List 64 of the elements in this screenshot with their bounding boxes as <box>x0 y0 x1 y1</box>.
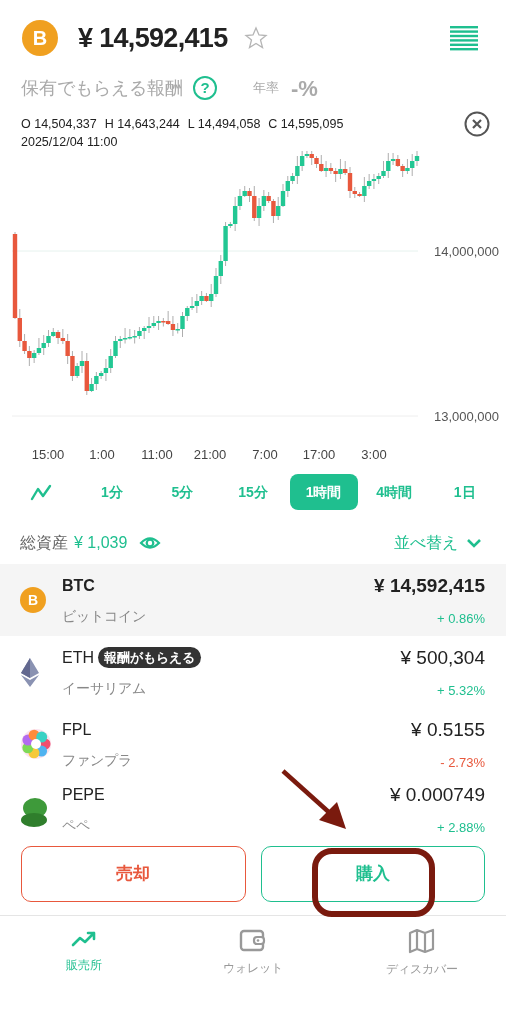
colorful-ball-icon <box>20 728 52 760</box>
ohlc-value: C 14,595,095 <box>268 116 344 133</box>
coin-row[interactable]: B BTC ビットコイン ¥ 14,592,415 + 0.86% <box>0 564 506 636</box>
ohlc-time: 2025/12/04 11:00 <box>21 134 118 151</box>
nav-tab[interactable]: 販売所 <box>0 928 169 978</box>
menu-icon[interactable] <box>450 25 478 51</box>
coin-price: ¥ 14,592,415 <box>374 574 485 598</box>
coin-name: ペペ <box>62 815 90 835</box>
axis-label: 3:00 <box>360 446 388 464</box>
wallet-icon <box>239 928 267 953</box>
annotation-arrow <box>281 769 346 829</box>
map-icon <box>408 928 436 954</box>
axis-label: 14,000,000 <box>433 243 499 261</box>
price-change: + 2.88% <box>436 818 485 837</box>
chevron-down-icon <box>466 537 482 549</box>
timeframe-tab[interactable]: 5分 <box>161 474 204 510</box>
coin-symbol: ETH <box>62 647 94 668</box>
reward-label: 保有でもらえる報酬 <box>21 76 183 100</box>
axis-label: 15:00 <box>30 446 66 464</box>
price-change: + 0.86% <box>436 609 485 628</box>
assets-label: 総資産 <box>20 533 68 553</box>
axis-label: 17:00 <box>301 446 337 464</box>
timeframe-tab[interactable]: 1分 <box>90 474 133 510</box>
axis-label: 11:00 <box>140 446 174 464</box>
coin-name: イーサリアム <box>62 678 146 698</box>
ohlc-value: O 14,504,337 <box>21 116 97 133</box>
nav-tab[interactable]: ディスカバー <box>337 928 506 978</box>
help-icon[interactable]: ? <box>193 76 217 100</box>
axis-label: 1:00 <box>88 446 116 464</box>
timeframe-tab[interactable]: 1日 <box>443 474 486 510</box>
rate-label: 年率 <box>253 79 279 98</box>
sort-button[interactable]: 並べ替え <box>394 531 482 555</box>
price-title: ¥ 14,592,415 <box>78 21 228 55</box>
timeframe-tab[interactable]: 15分 <box>228 474 278 510</box>
price-change: + 5.32% <box>436 681 485 700</box>
close-icon[interactable] <box>464 111 490 137</box>
coin-price: ¥ 500,304 <box>400 646 485 670</box>
bitcoin-icon: B <box>20 587 46 613</box>
rate-value: -% <box>291 74 318 103</box>
diamond-icon <box>20 657 40 687</box>
coin-name: ビットコイン <box>62 606 146 626</box>
nav-tab[interactable]: ウォレット <box>168 928 338 978</box>
blob-icon <box>20 796 50 828</box>
buy-button[interactable]: 購入 <box>260 846 485 902</box>
assets-amount: ¥ 1,039 <box>74 533 128 553</box>
coin-name: ファンプラ <box>62 750 132 770</box>
reward-tag: 報酬がもらえる <box>98 646 201 669</box>
coin-symbol: PEPE <box>62 784 105 805</box>
coin-price: ¥ 0.5155 <box>411 718 485 742</box>
coin-symbol: FPL <box>62 719 92 740</box>
line-chart-icon[interactable] <box>29 482 54 502</box>
ohlc-value: L 14,494,058 <box>187 116 261 133</box>
price-change: - 2.73% <box>440 753 485 772</box>
timeframe-tab[interactable]: 1時間 <box>289 474 358 510</box>
axis-label: 7:00 <box>251 446 279 464</box>
star-icon[interactable] <box>243 26 268 50</box>
sell-button[interactable]: 売却 <box>21 846 246 902</box>
ohlc-value: H 14,643,244 <box>104 116 180 133</box>
timeframe-tab[interactable]: 4時間 <box>366 474 423 510</box>
coin-symbol: BTC <box>62 575 95 596</box>
axis-label: 21:00 <box>192 446 228 464</box>
axis-label: 13,000,000 <box>433 408 499 426</box>
bitcoin-icon: B <box>22 20 58 56</box>
coin-price: ¥ 0.000749 <box>389 783 485 807</box>
